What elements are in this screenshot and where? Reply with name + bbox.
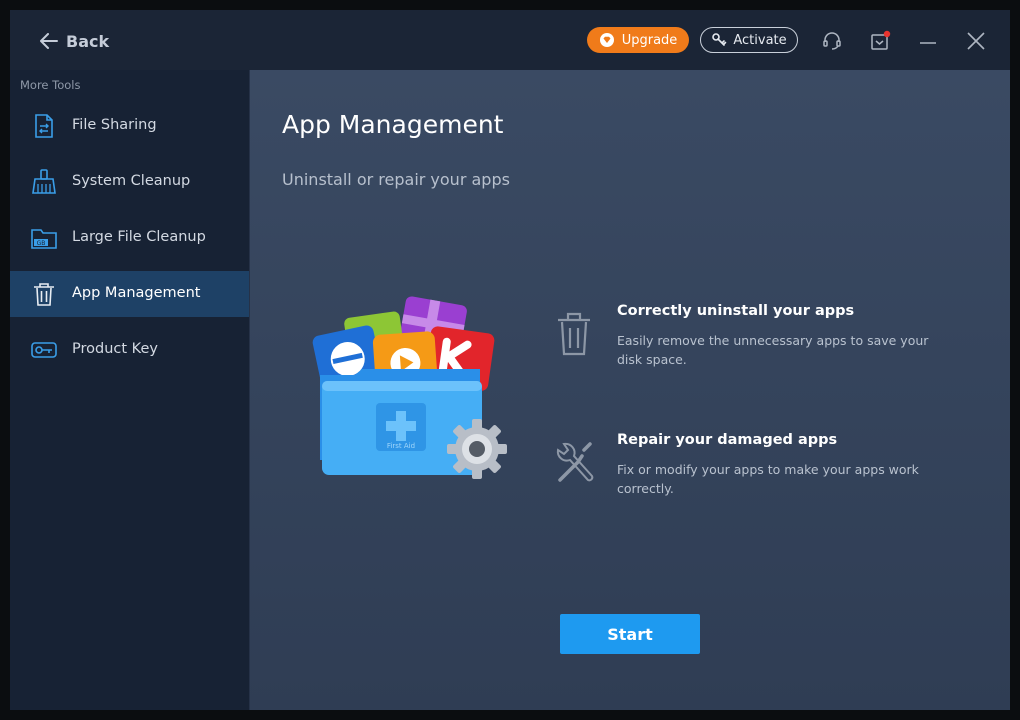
inbox-icon: [871, 30, 891, 50]
first-aid-badge-label: First Aid: [387, 442, 415, 450]
feature-title: Correctly uninstall your apps: [617, 303, 855, 319]
back-button[interactable]: Back: [40, 29, 109, 53]
feature-title: Repair your damaged apps: [617, 432, 838, 448]
app-window: Back Upgrade Activate More Tools File Sh…: [10, 10, 1010, 710]
sidebar-item-system-cleanup[interactable]: System Cleanup: [10, 159, 249, 205]
broom-icon: [32, 169, 56, 194]
sidebar-item-label: App Management: [72, 285, 201, 301]
activate-label: Activate: [733, 32, 787, 48]
feature-description: Fix or modify your apps to make your app…: [617, 462, 919, 496]
sidebar-item-file-sharing[interactable]: File Sharing: [10, 103, 249, 149]
sidebar-item-app-management[interactable]: App Management: [10, 271, 249, 317]
page-title: App Management: [282, 110, 504, 139]
sidebar-heading: More Tools: [20, 78, 81, 92]
trash-icon: [34, 283, 54, 306]
sidebar-item-product-key[interactable]: Product Key: [10, 327, 249, 373]
wrench-screwdriver-icon: [556, 442, 594, 482]
feature-description: Easily remove the unnecessary apps to sa…: [617, 333, 929, 367]
key-icon: [712, 33, 727, 46]
sidebar-item-large-file-cleanup[interactable]: GB Large File Cleanup: [10, 215, 249, 261]
svg-text:GB: GB: [37, 240, 46, 247]
key-icon: [31, 342, 57, 358]
sidebar-item-label: Large File Cleanup: [72, 229, 206, 245]
back-label: Back: [66, 31, 110, 51]
notification-dot: [883, 30, 891, 38]
app-folder-illustration: First Aid: [312, 296, 507, 479]
page-subtitle: Uninstall or repair your apps: [282, 170, 510, 189]
support-button[interactable]: [820, 29, 844, 53]
main-panel: App Management Uninstall or repair your …: [250, 70, 1010, 710]
activate-button[interactable]: Activate: [700, 27, 798, 53]
folder-gb-icon: GB: [31, 229, 57, 249]
upgrade-label: Upgrade: [621, 32, 678, 48]
close-icon: [967, 32, 985, 50]
minimize-icon: [920, 42, 936, 44]
sidebar: More Tools File Sharing System Cleanup G…: [10, 70, 249, 710]
sidebar-item-label: System Cleanup: [72, 173, 191, 189]
file-sharing-icon: [35, 114, 53, 138]
start-button[interactable]: Start: [560, 614, 700, 654]
sidebar-item-label: Product Key: [72, 341, 158, 357]
minimize-button[interactable]: [916, 29, 940, 53]
trash-icon: [558, 312, 590, 356]
back-arrow-icon: [40, 33, 58, 49]
upgrade-button[interactable]: Upgrade: [587, 27, 689, 53]
headset-icon: [823, 32, 841, 50]
sidebar-item-label: File Sharing: [72, 117, 157, 133]
diamond-icon: [599, 33, 614, 47]
close-button[interactable]: [964, 29, 988, 53]
title-bar: Back Upgrade Activate: [10, 10, 1010, 70]
notification-button[interactable]: [868, 29, 892, 53]
